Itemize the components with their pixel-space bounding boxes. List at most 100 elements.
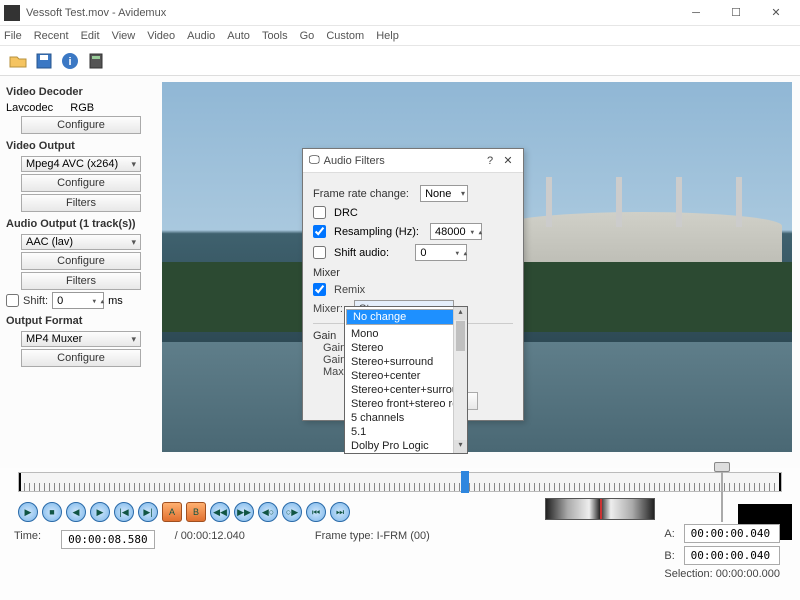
time-current[interactable]: 00:00:08.580 [61, 530, 154, 549]
menu-tools[interactable]: Tools [262, 30, 288, 42]
menu-file[interactable]: File [4, 30, 22, 42]
menu-auto[interactable]: Auto [227, 30, 250, 42]
video-codec-select[interactable]: Mpeg4 AVC (x264)▾ [21, 156, 141, 172]
stop-button[interactable]: ■ [42, 502, 62, 522]
shift-audio-label: Shift audio: [334, 247, 389, 259]
decoder-rgb: RGB [70, 102, 94, 114]
next-frame-button[interactable]: ▶ [90, 502, 110, 522]
menu-go[interactable]: Go [300, 30, 315, 42]
menubar: File Recent Edit View Video Audio Auto T… [0, 26, 800, 46]
mixer-option-stereo-center-surround[interactable]: Stereo+center+surround [345, 383, 467, 397]
shift-label: Shift: [23, 295, 48, 307]
mixer-option-stereo-front-rear[interactable]: Stereo front+stereo rear [345, 397, 467, 411]
video-filters-button[interactable]: Filters [21, 194, 141, 212]
menu-video[interactable]: Video [147, 30, 175, 42]
mixer-group: Mixer [313, 267, 513, 279]
selection-label: Selection: 00:00:00.000 [664, 568, 780, 580]
menu-view[interactable]: View [112, 30, 136, 42]
titlebar: Vessoft Test.mov - Avidemux ─ ☐ ✕ [0, 0, 800, 26]
marker-b-icon[interactable] [773, 473, 781, 491]
marker-a-icon[interactable] [19, 473, 27, 491]
set-marker-a-button[interactable]: A [162, 502, 182, 522]
transport: ▶ ■ ◀ ▶ |◀ ▶| A B ◀◀ ▶▶ ◀○ ○▶ ⏮ ⏭ [0, 498, 800, 526]
dropdown-scrollbar[interactable]: ▴ ▾ [453, 307, 467, 453]
audio-output-title: Audio Output (1 track(s)) [6, 218, 156, 230]
resampling-input[interactable]: 48000 [430, 223, 482, 240]
shift-audio-input[interactable]: 0 [415, 244, 467, 261]
audio-configure-button[interactable]: Configure [21, 252, 141, 270]
decoder-lav: Lavcodec [6, 102, 53, 114]
remix-label: Remix [334, 284, 365, 296]
mixer-option-51[interactable]: 5.1 [345, 425, 467, 439]
prev-cut-button[interactable]: ◀◀ [210, 502, 230, 522]
shift-checkbox[interactable] [6, 294, 19, 307]
mixer-option-stereo-center[interactable]: Stereo+center [345, 369, 467, 383]
dialog-close-button[interactable]: ✕ [499, 154, 517, 167]
set-marker-b-button[interactable]: B [186, 502, 206, 522]
output-format-title: Output Format [6, 315, 156, 327]
menu-audio[interactable]: Audio [187, 30, 215, 42]
output-configure-button[interactable]: Configure [21, 349, 141, 367]
next-keyframe-button[interactable]: ▶| [138, 502, 158, 522]
next-black-button[interactable]: ○▶ [282, 502, 302, 522]
info-icon[interactable]: i [58, 49, 82, 73]
close-button[interactable]: ✕ [756, 0, 796, 26]
menu-custom[interactable]: Custom [326, 30, 364, 42]
mixer-label: Mixer: [313, 303, 343, 315]
drc-checkbox[interactable] [313, 206, 326, 219]
mixer-option-nochange[interactable]: No change [346, 309, 466, 325]
next-cut-button[interactable]: ▶▶ [234, 502, 254, 522]
jog-wheel[interactable] [545, 498, 655, 520]
shift-audio-checkbox[interactable] [313, 246, 326, 259]
frametype: Frame type: I-FRM (00) [315, 530, 430, 542]
prev-black-button[interactable]: ◀○ [258, 502, 278, 522]
goto-start-button[interactable]: ⏮ [306, 502, 326, 522]
remix-checkbox[interactable] [313, 283, 326, 296]
open-icon[interactable] [6, 49, 30, 73]
sidebar: Video Decoder Lavcodec RGB Configure Vid… [0, 76, 162, 468]
video-output-title: Video Output [6, 140, 156, 152]
resampling-checkbox[interactable] [313, 225, 326, 238]
decoder-configure-button[interactable]: Configure [21, 116, 141, 134]
framerate-select[interactable]: None [420, 185, 468, 202]
mixer-option-5channels[interactable]: 5 channels [345, 411, 467, 425]
timeline [0, 468, 800, 498]
a-value: 00:00:00.040 [684, 524, 780, 543]
calculator-icon[interactable] [84, 49, 108, 73]
play-button[interactable]: ▶ [18, 502, 38, 522]
mixer-option-mono[interactable]: Mono [345, 327, 467, 341]
mixer-dropdown[interactable]: No change Mono Stereo Stereo+surround St… [344, 306, 468, 454]
toolbar: i [0, 46, 800, 76]
menu-edit[interactable]: Edit [81, 30, 100, 42]
prev-frame-button[interactable]: ◀ [66, 502, 86, 522]
window-title: Vessoft Test.mov - Avidemux [26, 7, 676, 19]
time-label: Time: [14, 530, 41, 542]
menu-recent[interactable]: Recent [34, 30, 69, 42]
prev-keyframe-button[interactable]: |◀ [114, 502, 134, 522]
audio-codec-select[interactable]: AAC (lav)▾ [21, 234, 141, 250]
a-label: A: [664, 528, 677, 540]
resampling-label: Resampling (Hz): [334, 226, 419, 238]
b-label: B: [664, 550, 677, 562]
framerate-label: Frame rate change: [313, 188, 409, 200]
save-icon[interactable] [32, 49, 56, 73]
shift-input[interactable]: 0 [52, 292, 104, 309]
mixer-option-dolby[interactable]: Dolby Pro Logic [345, 439, 467, 453]
goto-end-button[interactable]: ⏭ [330, 502, 350, 522]
maximize-button[interactable]: ☐ [716, 0, 756, 26]
mixer-option-stereo-surround[interactable]: Stereo+surround [345, 355, 467, 369]
video-configure-button[interactable]: Configure [21, 174, 141, 192]
output-container-select[interactable]: MP4 Muxer▾ [21, 331, 141, 347]
drc-label: DRC [334, 207, 358, 219]
timeline-track[interactable] [18, 472, 782, 492]
shift-unit: ms [108, 295, 123, 307]
minimize-button[interactable]: ─ [676, 0, 716, 26]
audio-filters-button[interactable]: Filters [21, 272, 141, 290]
menu-help[interactable]: Help [376, 30, 399, 42]
dialog-help-button[interactable]: ? [481, 155, 499, 167]
volume-slider[interactable] [712, 462, 732, 522]
svg-text:i: i [68, 56, 71, 68]
mixer-option-stereo[interactable]: Stereo [345, 341, 467, 355]
app-icon [4, 5, 20, 21]
playhead[interactable] [461, 471, 469, 493]
